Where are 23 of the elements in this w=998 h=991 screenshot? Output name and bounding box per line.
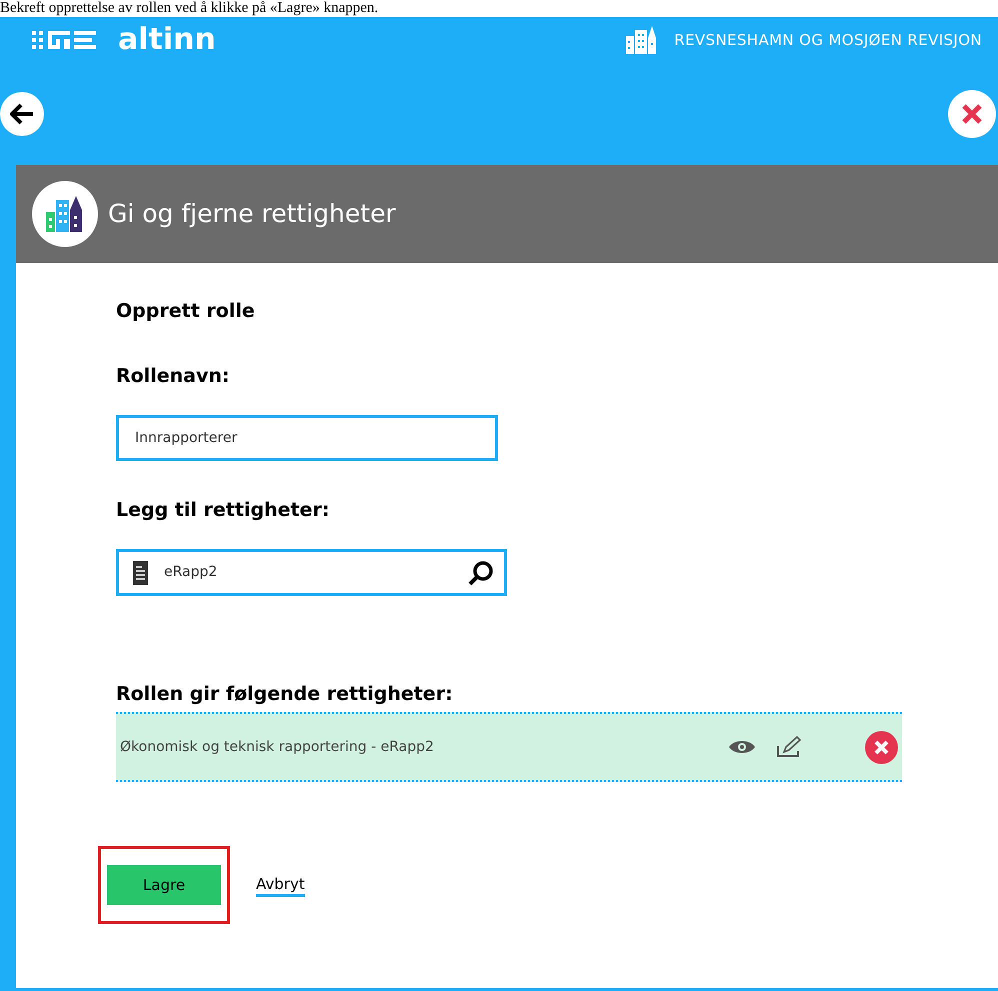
close-button[interactable]	[948, 90, 996, 138]
organization-name: REVSNESHAMN OG MOSJØEN REVISJON	[674, 30, 982, 51]
buildings-icon	[626, 26, 658, 54]
document-icon	[133, 560, 148, 584]
right-name: Økonomisk og teknisk rapportering - eRapp2	[120, 738, 435, 757]
panel-title: Gi og fjerne rettigheter	[108, 198, 396, 230]
eye-icon[interactable]	[728, 739, 756, 755]
remove-icon[interactable]	[865, 730, 898, 764]
logo-text: altinn	[118, 25, 216, 55]
edit-pencil-icon[interactable]	[776, 736, 802, 758]
rights-search-field[interactable]: eRapp2	[116, 549, 507, 596]
back-arrow-icon	[10, 103, 34, 125]
caption-text: Bekreft opprettelse av rollen ved å klikke på «Lagre» knappen.	[0, 0, 378, 17]
cancel-link[interactable]: Avbryt	[256, 874, 305, 896]
search-icon[interactable]	[468, 560, 494, 586]
back-button[interactable]	[0, 92, 44, 136]
save-button[interactable]: Lagre	[107, 865, 221, 905]
form-heading: Opprett rolle	[116, 299, 256, 324]
close-icon	[961, 103, 983, 125]
field-label: Rollenavn:	[116, 364, 230, 389]
field-label: Legg til rettigheter:	[116, 498, 330, 523]
role-name-field[interactable]: Innrapporterer	[116, 415, 498, 461]
field-label: Rollen gir følgende rettigheter:	[116, 682, 454, 707]
